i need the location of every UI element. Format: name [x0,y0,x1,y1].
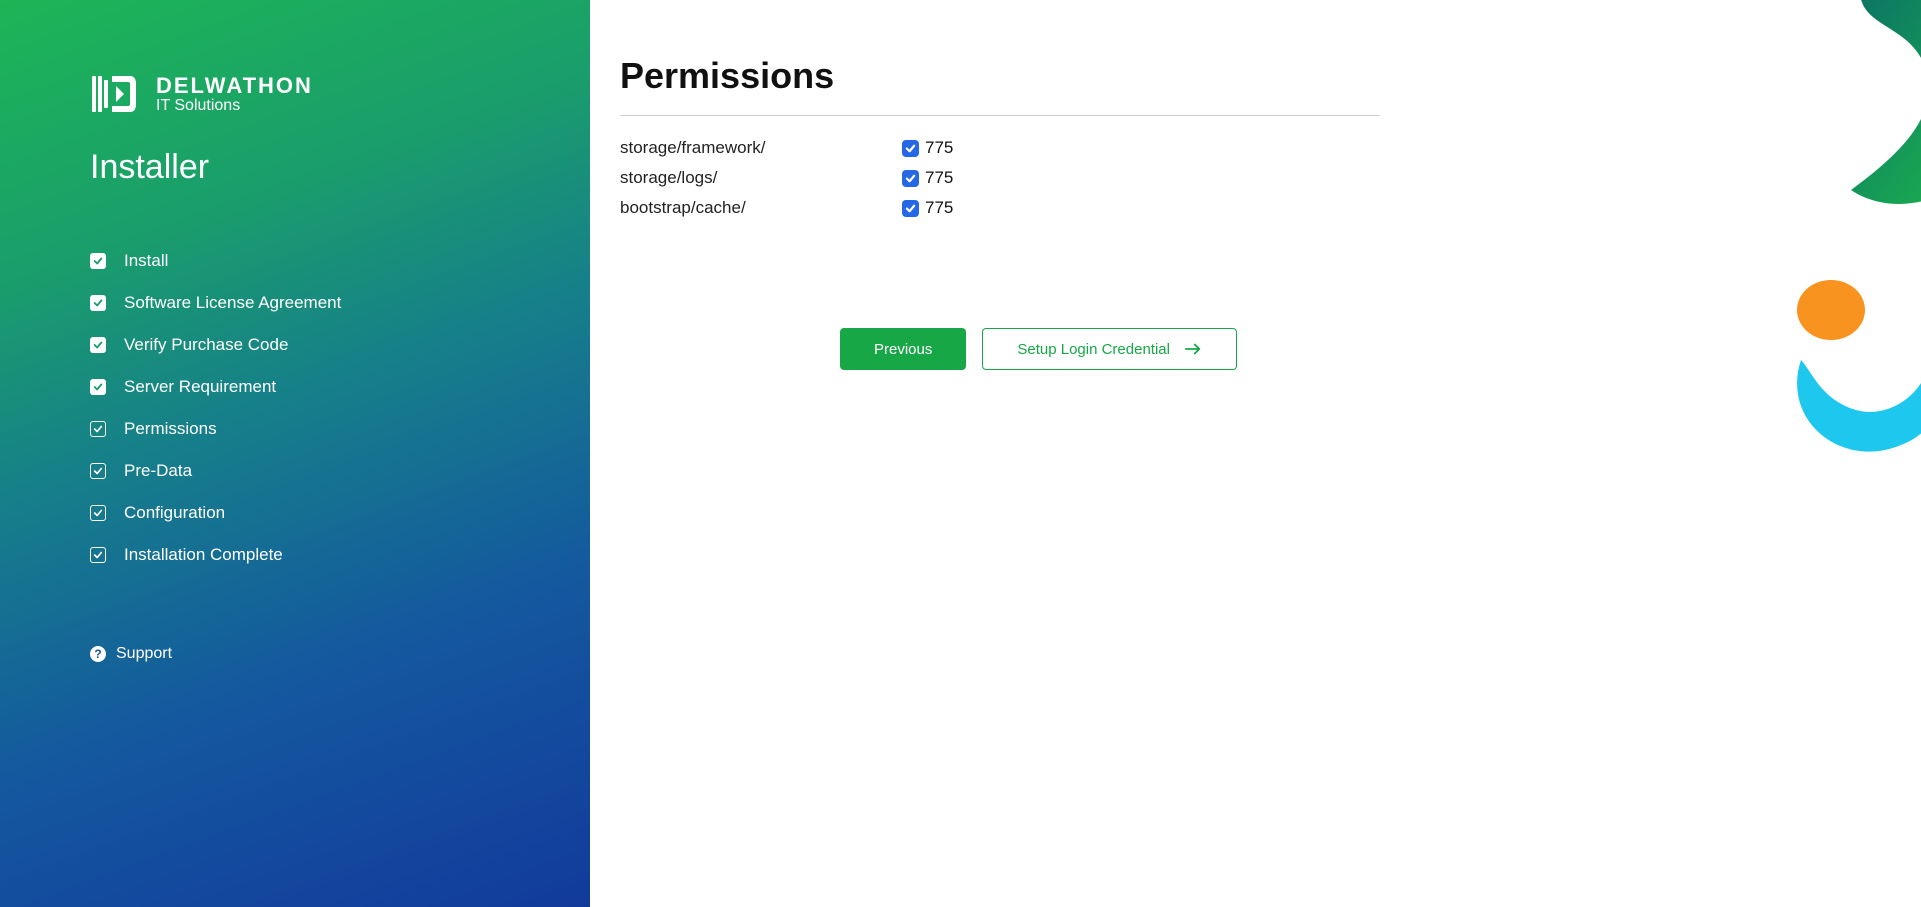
checkbox-current-icon [90,421,106,437]
step-license-agreement[interactable]: Software License Agreement [90,293,590,313]
checkbox-checked-icon[interactable] [902,200,919,217]
step-pre-data[interactable]: Pre-Data [90,461,590,481]
divider [620,115,1380,116]
checkbox-pending-icon [90,547,106,563]
main-content: Permissions storage/framework/ 775 stora… [590,0,1921,907]
step-permissions[interactable]: Permissions [90,419,590,439]
permission-path: storage/framework/ [620,138,902,158]
arrow-right-icon [1184,342,1202,356]
step-label: Install [124,251,168,271]
permission-row: storage/logs/ 775 [620,168,1380,188]
permission-mode: 775 [925,138,953,158]
brand-tagline: IT Solutions [156,97,313,115]
checkbox-pending-icon [90,463,106,479]
step-verify-purchase[interactable]: Verify Purchase Code [90,335,590,355]
brand-logo-block: DELWATHON IT Solutions [90,70,590,118]
step-install[interactable]: Install [90,251,590,271]
permission-row: storage/framework/ 775 [620,138,1380,158]
permission-mode: 775 [925,198,953,218]
checkbox-checked-icon[interactable] [902,140,919,157]
help-icon: ? [90,646,106,662]
checkbox-done-icon [90,337,106,353]
support-link[interactable]: ? Support [90,645,590,663]
step-configuration[interactable]: Configuration [90,503,590,523]
permission-mode: 775 [925,168,953,188]
decorative-blob-green-icon [1741,0,1921,240]
checkbox-done-icon [90,295,106,311]
step-label: Configuration [124,503,225,523]
button-row: Previous Setup Login Credential [840,328,1891,370]
next-button-label: Setup Login Credential [1017,341,1170,358]
next-button[interactable]: Setup Login Credential [982,328,1237,370]
previous-button[interactable]: Previous [840,328,966,370]
permission-path: bootstrap/cache/ [620,198,902,218]
step-label: Server Requirement [124,377,276,397]
step-server-requirement[interactable]: Server Requirement [90,377,590,397]
sidebar: DELWATHON IT Solutions Installer Install… [0,0,590,907]
decorative-blob-multi-icon [1771,270,1921,470]
checkbox-checked-icon[interactable] [902,170,919,187]
step-installation-complete[interactable]: Installation Complete [90,545,590,565]
step-label: Permissions [124,419,217,439]
brand-name: DELWATHON [156,73,313,99]
support-label: Support [116,645,172,663]
step-list: Install Software License Agreement Verif… [90,251,590,565]
checkbox-pending-icon [90,505,106,521]
step-label: Installation Complete [124,545,283,565]
step-label: Software License Agreement [124,293,341,313]
step-label: Pre-Data [124,461,192,481]
brand-text: DELWATHON IT Solutions [156,73,313,115]
permission-row: bootstrap/cache/ 775 [620,198,1380,218]
checkbox-done-icon [90,379,106,395]
brand-logo-icon [90,70,138,118]
permission-path: storage/logs/ [620,168,902,188]
checkbox-done-icon [90,253,106,269]
installer-title: Installer [90,148,590,187]
page-title: Permissions [620,55,1891,97]
step-label: Verify Purchase Code [124,335,288,355]
